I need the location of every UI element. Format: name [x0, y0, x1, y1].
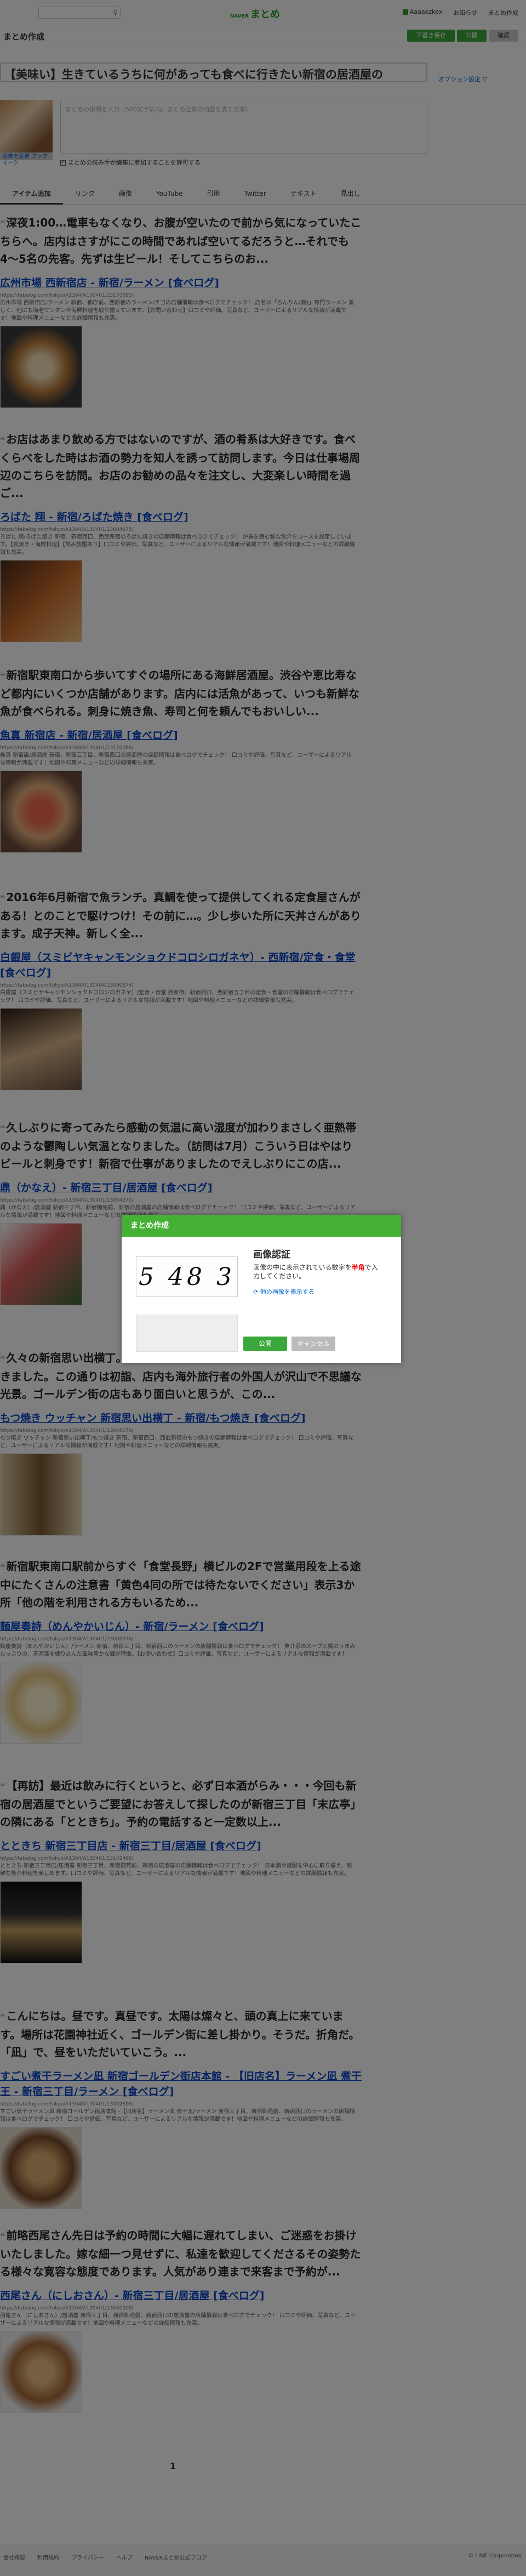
dialog-header: まとめ作成 [122, 1215, 401, 1237]
auth-message: 画像の中に表示されている数字を半角で入力してください。 [253, 1264, 378, 1280]
dialog-publish-button[interactable]: 公開 [243, 1337, 287, 1351]
captcha-image: 5 48 3 [136, 1256, 238, 1297]
captcha-input[interactable] [136, 1315, 238, 1352]
dialog-cancel-button[interactable]: キャンセル [291, 1337, 335, 1351]
captcha-dialog: まとめ作成 5 48 3 画像認証 画像の中に表示されている数字を半角で入力して… [122, 1215, 401, 1363]
auth-title: 画像認証 [253, 1249, 290, 1260]
refresh-icon: ⟳ [253, 1288, 259, 1295]
refresh-captcha-link[interactable]: ⟳ 他の画像を表示する [253, 1287, 315, 1296]
